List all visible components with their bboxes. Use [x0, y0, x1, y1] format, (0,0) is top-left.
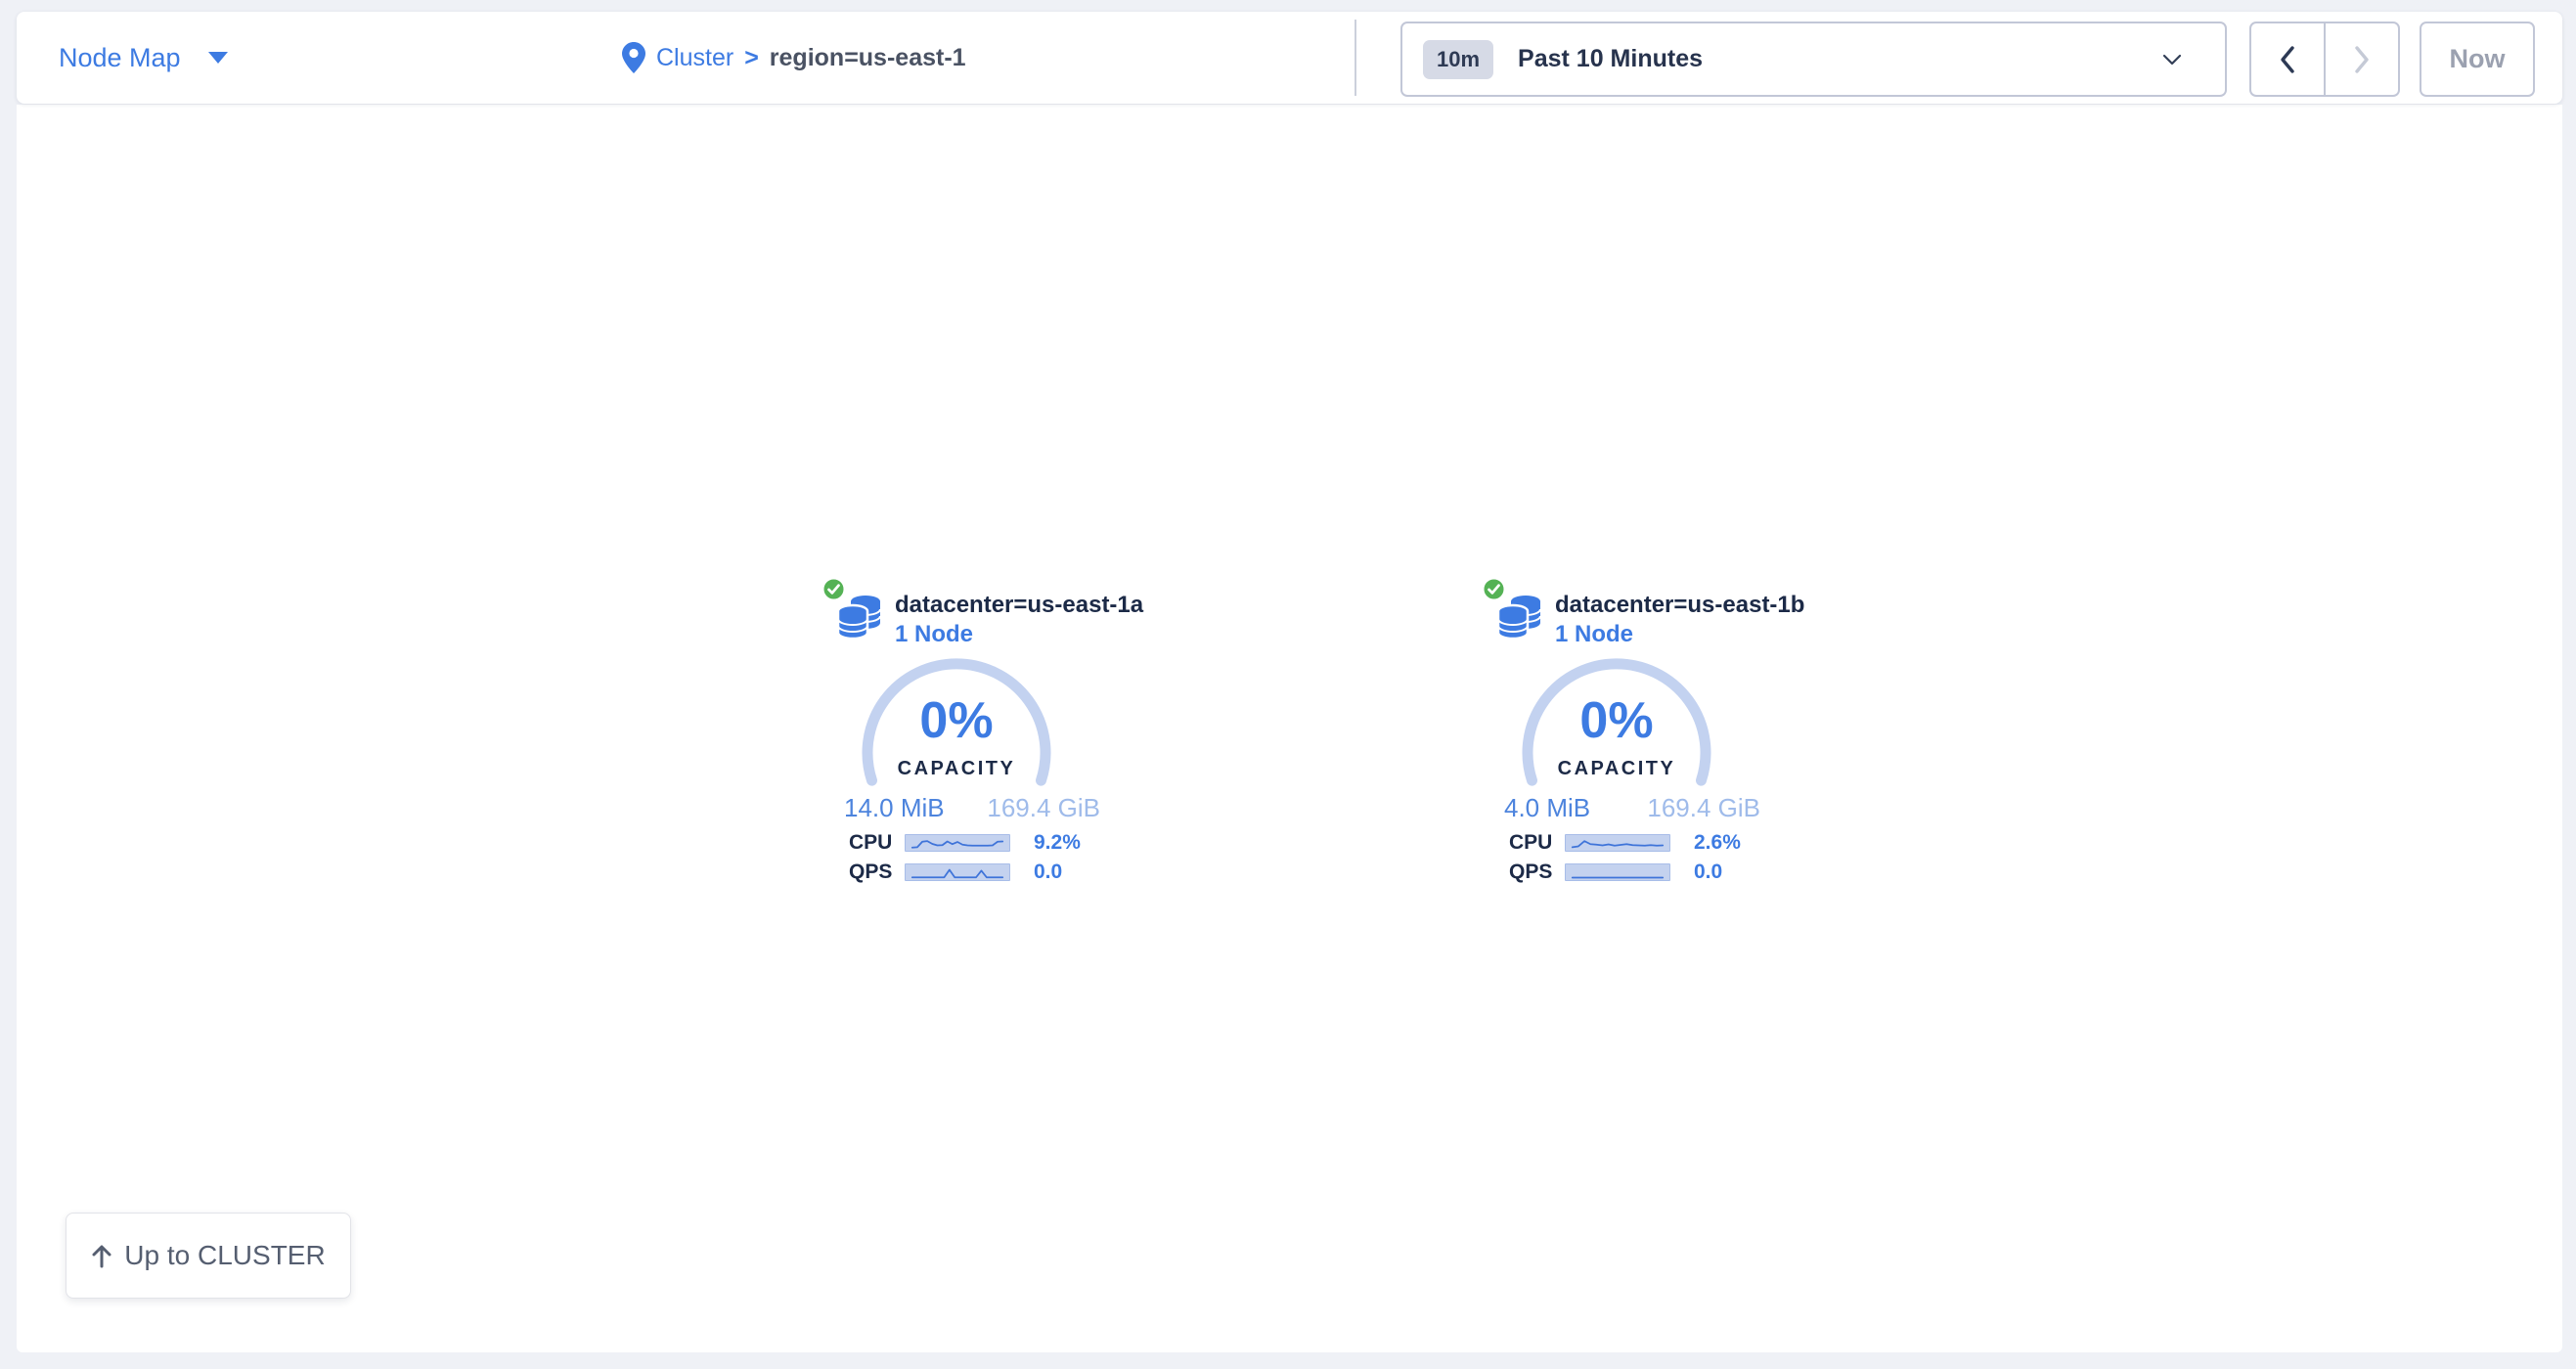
- capacity-total: 169.4 GiB: [987, 793, 1100, 823]
- metric-row-cpu: CPU 2.6%: [1509, 833, 1741, 853]
- capacity-caption: CAPACITY: [859, 758, 1054, 780]
- caret-down-icon: [208, 52, 228, 64]
- time-nav-group: [2249, 22, 2400, 97]
- node-map-canvas: datacenter=us-east-1a 1 Node 0% CAPACITY…: [17, 105, 2562, 1352]
- breadcrumb: Cluster > region=us-east-1: [622, 12, 966, 104]
- chevron-down-icon: [2162, 54, 2182, 66]
- header-bar: Node Map Cluster > region=us-east-1 10m …: [17, 12, 2562, 104]
- capacity-percent: 0%: [859, 695, 1054, 746]
- datacenter-title: datacenter=us-east-1b: [1555, 592, 1804, 619]
- time-range-label: Past 10 Minutes: [1518, 45, 1703, 73]
- qps-sparkline: [905, 863, 1010, 881]
- datacenter-node-count: 1 Node: [1555, 621, 1633, 648]
- breadcrumb-current: region=us-east-1: [770, 44, 966, 72]
- metric-value: 9.2%: [1034, 831, 1081, 855]
- time-next-button[interactable]: [2324, 22, 2400, 97]
- metric-label: QPS: [849, 861, 905, 884]
- metric-row-qps: QPS 0.0: [1509, 862, 1722, 882]
- qps-sparkline: [1565, 863, 1670, 881]
- capacity-used: 14.0 MiB: [844, 793, 945, 823]
- now-button[interactable]: Now: [2420, 22, 2535, 97]
- capacity-used: 4.0 MiB: [1504, 793, 1590, 823]
- time-range-badge: 10m: [1423, 40, 1493, 79]
- capacity-percent: 0%: [1519, 695, 1714, 746]
- datacenter-node-count: 1 Node: [895, 621, 973, 648]
- metric-label: CPU: [1509, 831, 1565, 855]
- datacenter-card[interactable]: datacenter=us-east-1a 1 Node 0% CAPACITY…: [815, 572, 1120, 900]
- view-selector-dropdown[interactable]: Node Map: [59, 12, 228, 104]
- arrow-up-icon: [91, 1243, 112, 1268]
- chevron-left-icon: [2279, 45, 2296, 74]
- metric-value: 2.6%: [1694, 831, 1741, 855]
- up-to-cluster-label: Up to CLUSTER: [124, 1240, 325, 1271]
- time-range-dropdown[interactable]: 10m Past 10 Minutes: [1400, 22, 2227, 97]
- datacenter-title: datacenter=us-east-1a: [895, 592, 1143, 619]
- metric-value: 0.0: [1034, 861, 1062, 884]
- datacenter-db-stack-icon: [837, 596, 882, 642]
- capacity-caption: CAPACITY: [1519, 758, 1714, 780]
- breadcrumb-separator: >: [744, 44, 759, 72]
- breadcrumb-cluster-link[interactable]: Cluster: [656, 44, 733, 72]
- location-pin-icon: [622, 42, 645, 73]
- datacenter-db-stack-icon: [1497, 596, 1542, 642]
- datacenter-card[interactable]: datacenter=us-east-1b 1 Node 0% CAPACITY…: [1475, 572, 1780, 900]
- view-selector-label: Node Map: [59, 43, 181, 73]
- metric-label: CPU: [849, 831, 905, 855]
- capacity-total: 169.4 GiB: [1647, 793, 1760, 823]
- cpu-sparkline: [1565, 834, 1670, 852]
- up-to-cluster-button[interactable]: Up to CLUSTER: [66, 1213, 351, 1299]
- metric-label: QPS: [1509, 861, 1565, 884]
- metric-row-cpu: CPU 9.2%: [849, 833, 1081, 853]
- header-divider: [1355, 20, 1356, 96]
- cpu-sparkline: [905, 834, 1010, 852]
- capacity-usage-row: 14.0 MiB 169.4 GiB: [844, 793, 1100, 823]
- metric-row-qps: QPS 0.0: [849, 862, 1062, 882]
- chevron-right-icon: [2353, 45, 2371, 74]
- metric-value: 0.0: [1694, 861, 1722, 884]
- time-prev-button[interactable]: [2249, 22, 2326, 97]
- capacity-usage-row: 4.0 MiB 169.4 GiB: [1504, 793, 1760, 823]
